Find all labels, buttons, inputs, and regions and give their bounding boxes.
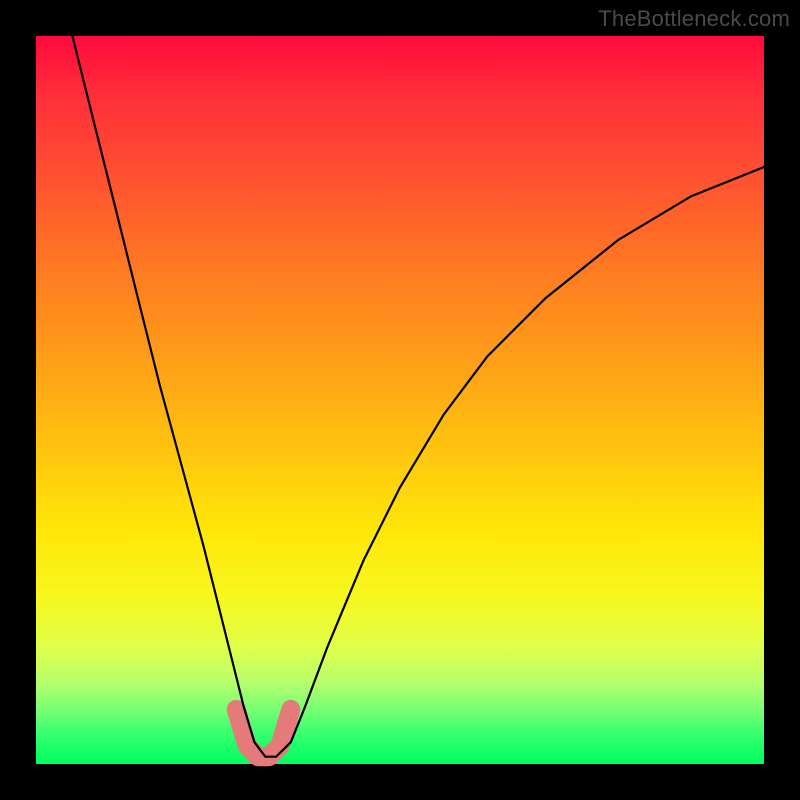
chart-frame: TheBottleneck.com: [0, 0, 800, 800]
plot-area: [36, 36, 764, 764]
watermark-text: TheBottleneck.com: [598, 6, 790, 32]
curve-layer: [36, 36, 764, 764]
bottleneck-curve-path: [72, 36, 764, 757]
